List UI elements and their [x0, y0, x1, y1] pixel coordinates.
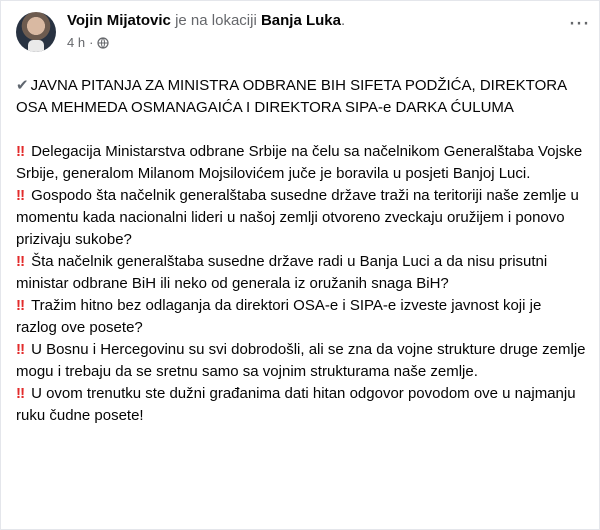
- double-exclamation-icon: ‼: [16, 187, 26, 204]
- double-exclamation-icon: ‼: [16, 385, 26, 402]
- double-exclamation-icon: ‼: [16, 143, 26, 160]
- meta-separator: ·: [89, 35, 94, 50]
- post-header: Vojin Mijatovic je na lokaciji Banja Luk…: [16, 11, 590, 63]
- post-title: ✔ JAVNA PITANJA ZA MINISTRA ODBRANE BIH S…: [16, 75, 586, 119]
- post-title-text: JAVNA PITANJA ZA MINISTRA ODBRANE BIH SI…: [16, 77, 567, 116]
- check-icon: ✔: [16, 77, 29, 94]
- double-exclamation-icon: ‼: [16, 341, 26, 358]
- author-avatar[interactable]: [16, 12, 56, 52]
- post-time[interactable]: 4 h: [67, 34, 85, 52]
- post-text: ✔ JAVNA PITANJA ZA MINISTRA ODBRANE BIH S…: [16, 75, 586, 427]
- location-prefix: je na lokaciji: [175, 12, 257, 29]
- author-line: Vojin Mijatovic je na lokaciji Banja Luk…: [67, 11, 345, 31]
- location-suffix: .: [341, 12, 346, 29]
- paragraph-text: Tražim hitno bez odlaganja da direktori …: [16, 297, 542, 336]
- paragraph-4: ‼ Tražim hitno bez odlaganja da direktori…: [16, 295, 586, 339]
- globe-icon: [97, 37, 110, 49]
- paragraph-text: U Bosnu i Hercegovinu su svi dobrodošli,…: [16, 341, 586, 380]
- double-exclamation-icon: ‼: [16, 253, 26, 270]
- paragraph-text: Šta načelnik generalštaba susedne države…: [16, 253, 548, 292]
- paragraph-5: ‼ U Bosnu i Hercegovinu su svi dobrodošli…: [16, 339, 586, 383]
- paragraph-2: ‼ Gospodo šta načelnik generalštaba sused…: [16, 185, 586, 251]
- double-exclamation-icon: ‼: [16, 297, 26, 314]
- author-name[interactable]: Vojin Mijatovic: [67, 12, 171, 29]
- post-meta: 4 h ·: [67, 34, 110, 52]
- more-options-icon[interactable]: ···: [568, 11, 590, 38]
- paragraph-6: ‼ U ovom trenutku ste dužni građanima dat…: [16, 383, 586, 427]
- facebook-post: Vojin Mijatovic je na lokaciji Banja Luk…: [0, 0, 600, 530]
- paragraph-text: Delegacija Ministarstva odbrane Srbije n…: [16, 143, 583, 182]
- paragraph-text: U ovom trenutku ste dužni građanima dati…: [16, 385, 576, 424]
- location-name[interactable]: Banja Luka: [261, 12, 341, 29]
- paragraph-3: ‼ Šta načelnik generalštaba susedne držav…: [16, 251, 586, 295]
- paragraph-text: Gospodo šta načelnik generalštaba susedn…: [16, 187, 579, 248]
- paragraph-1: ‼ Delegacija Ministarstva odbrane Srbije …: [16, 141, 586, 185]
